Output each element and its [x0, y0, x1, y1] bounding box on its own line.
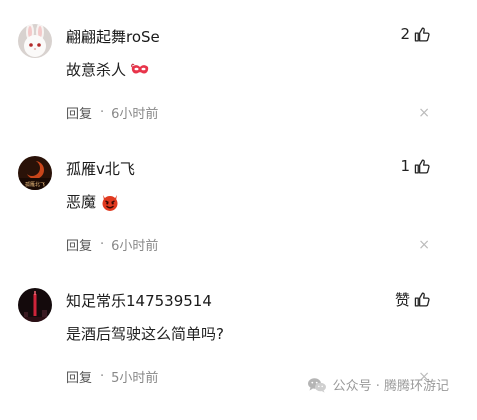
comment-item: 孤雁北飞 孤雁v北飞 恶魔 回复 · 6小时前 1 × [0, 156, 477, 288]
comment-item: 翩翩起舞roSe 故意杀人 回复 · 6小时前 2 × [0, 24, 477, 156]
comment-text: 是酒后驾驶这么简单吗? [66, 325, 224, 343]
separator-dot: · [100, 237, 105, 252]
comment-text: 恶魔 [66, 193, 97, 211]
bunny-avatar-icon [18, 24, 52, 58]
like-count: 2 [400, 25, 410, 43]
username[interactable]: 翩翩起舞roSe [66, 26, 160, 47]
reply-button[interactable]: 回复 [66, 235, 92, 254]
reply-button[interactable]: 回复 [66, 103, 92, 122]
username[interactable]: 知足常乐147539514 [66, 290, 212, 311]
thumbs-up-icon [414, 292, 430, 307]
wechat-icon [307, 377, 326, 393]
devil-emoji-icon [102, 194, 118, 211]
moon-night-avatar-icon: 孤雁北飞 [18, 156, 52, 190]
like-button[interactable]: 赞 [395, 289, 431, 310]
like-count: 赞 [394, 291, 410, 309]
separator-dot: · [100, 369, 105, 384]
timestamp: 5小时前 [111, 371, 159, 386]
close-icon[interactable]: × [418, 238, 430, 252]
reply-button[interactable]: 回复 [66, 367, 92, 386]
comment-meta: 回复 · 6小时前 [66, 235, 158, 254]
watermark: 公众号 · 腾腾环游记 [307, 375, 449, 394]
party-mask-emoji-icon [131, 63, 149, 74]
comment-meta: 回复 · 5小时前 [66, 367, 158, 386]
separator-dot: · [100, 105, 105, 120]
comment-item: 知足常乐147539514 是酒后驾驶这么简单吗? 回复 · 5小时前 赞 × [0, 288, 477, 420]
username[interactable]: 孤雁v北飞 [66, 158, 135, 179]
watermark-text: 公众号 · 腾腾环游记 [332, 379, 449, 394]
comment-text: 故意杀人 [66, 61, 127, 79]
like-button[interactable]: 2 [400, 25, 431, 43]
avatar[interactable]: 孤雁北飞 [18, 156, 52, 190]
comment-meta: 回复 · 6小时前 [66, 103, 158, 122]
avatar[interactable] [18, 24, 52, 58]
comment-body: 恶魔 [66, 191, 120, 212]
timestamp: 6小时前 [111, 107, 159, 122]
avatar[interactable] [18, 288, 52, 322]
thumbs-up-icon [414, 26, 430, 42]
comment-body: 故意杀人 [66, 59, 150, 80]
svg-text:孤雁北飞: 孤雁北飞 [25, 181, 45, 188]
tower-night-avatar-icon [18, 288, 52, 322]
close-icon[interactable]: × [418, 106, 430, 120]
thumbs-up-icon [414, 158, 430, 174]
like-button[interactable]: 1 [400, 157, 431, 175]
comment-body: 是酒后驾驶这么简单吗? [66, 323, 224, 344]
like-count: 1 [400, 157, 410, 175]
timestamp: 6小时前 [111, 239, 159, 254]
